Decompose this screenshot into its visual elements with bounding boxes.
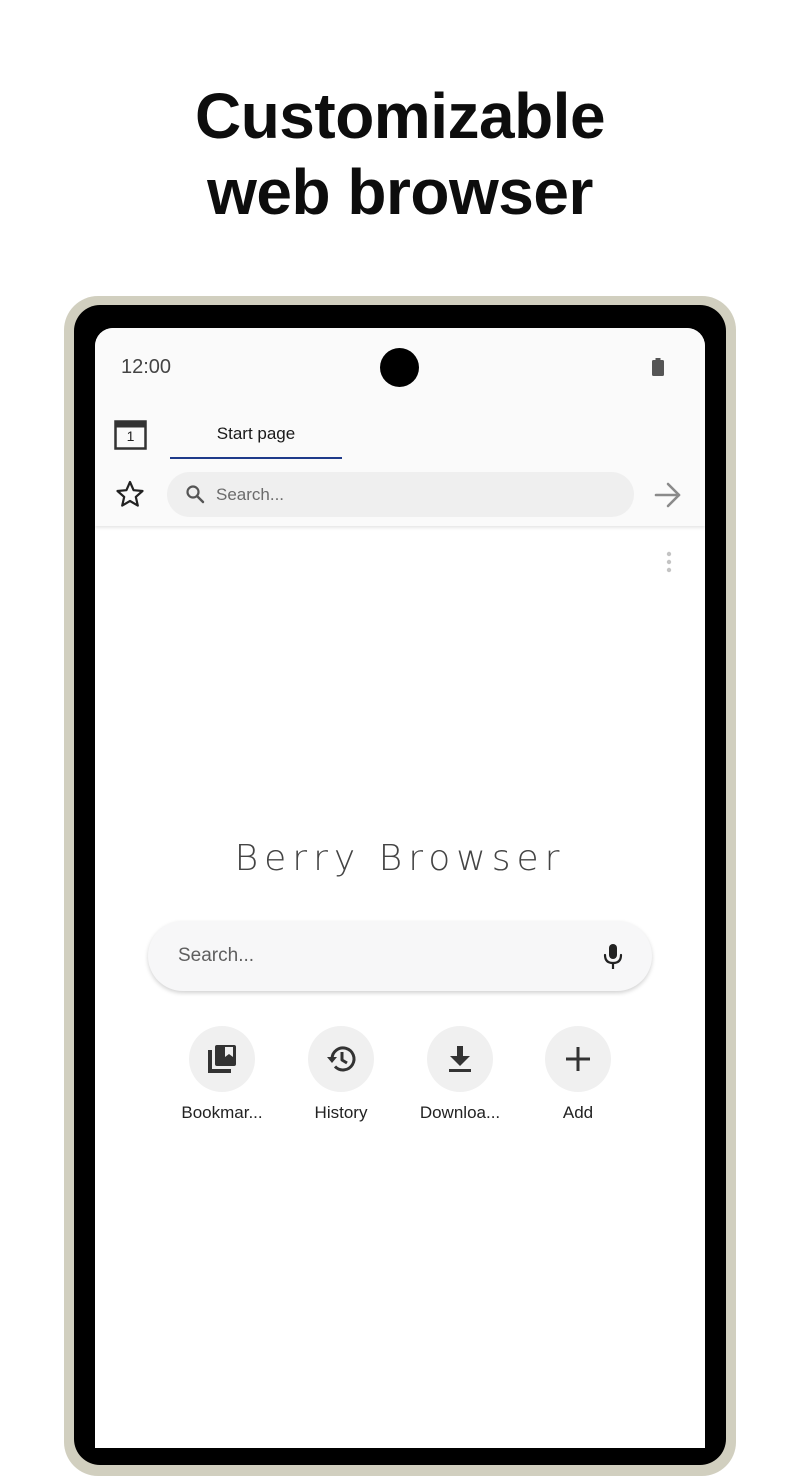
shortcut-button[interactable] <box>308 1026 374 1092</box>
shortcut-label: Downloa... <box>419 1103 501 1122</box>
shortcut-label: History <box>314 1103 368 1122</box>
phone-screen: 12:00 1 Start page Search... Berry Brows… <box>95 328 705 1448</box>
search-placeholder: Search... <box>178 945 255 966</box>
history-icon <box>327 1046 356 1072</box>
shortcut-button[interactable] <box>545 1026 611 1092</box>
shortcut-label: Add <box>562 1103 594 1122</box>
tab-switcher-button[interactable]: 1 <box>114 420 147 450</box>
browser-toolbar: 12:00 1 Start page Search... <box>95 328 705 526</box>
bookmarks-icon <box>208 1045 236 1073</box>
headline-line-1: Customizable <box>194 80 606 152</box>
brand-title: Berry Browser <box>234 838 566 879</box>
tab-start-page[interactable]: Start page <box>170 412 342 460</box>
tab-count: 1 <box>126 428 135 444</box>
status-time: 12:00 <box>121 356 172 378</box>
search-icon <box>186 485 205 504</box>
download-icon <box>449 1046 471 1072</box>
shortcut-button[interactable] <box>427 1026 493 1092</box>
camera-cutout <box>380 348 419 387</box>
shortcut-label: Bookmar... <box>181 1103 263 1122</box>
add-icon <box>566 1047 590 1071</box>
go-arrow-icon[interactable] <box>653 481 683 509</box>
promo-headline: Customizable web browser <box>0 78 800 230</box>
battery-icon <box>652 358 664 376</box>
address-bar-placeholder: Search... <box>216 485 285 504</box>
more-vert-icon[interactable] <box>663 550 675 574</box>
start-page-search-input[interactable]: Search... <box>148 921 652 991</box>
address-bar[interactable]: Search... <box>167 472 634 517</box>
shortcut-bookmarks[interactable]: Bookmar... <box>162 1026 282 1130</box>
shortcut-downloads[interactable]: Downloa... <box>400 1026 520 1130</box>
shortcut-history[interactable]: History <box>281 1026 401 1130</box>
star-icon[interactable] <box>115 479 145 509</box>
headline-line-2: web browser <box>207 156 593 228</box>
shortcut-add[interactable]: Add <box>518 1026 638 1130</box>
shortcut-button[interactable] <box>189 1026 255 1092</box>
tab-label: Start page <box>216 424 296 443</box>
microphone-icon[interactable] <box>602 943 624 971</box>
active-tab-indicator <box>170 457 342 459</box>
